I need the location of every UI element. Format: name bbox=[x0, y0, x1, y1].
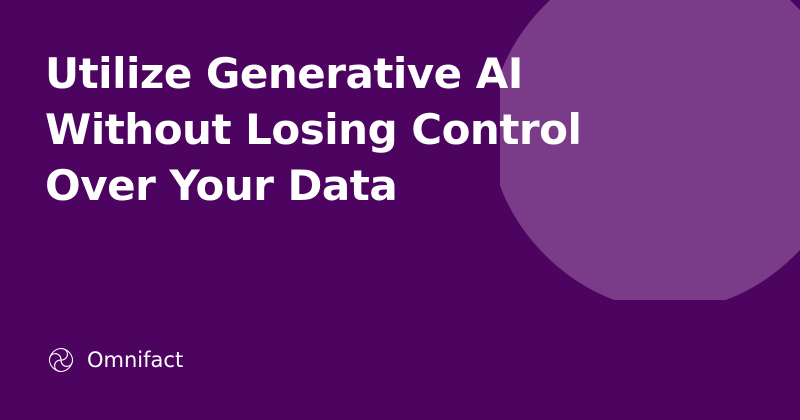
brand-name: Omnifact bbox=[87, 348, 184, 372]
omnifact-logo-icon bbox=[48, 347, 74, 373]
brand-lockup: Omnifact bbox=[45, 342, 183, 378]
headline-line-1: Utilize Generative AI bbox=[45, 49, 523, 98]
banner: Utilize Generative AI Without Losing Con… bbox=[0, 0, 800, 420]
headline: Utilize Generative AI Without Losing Con… bbox=[45, 46, 605, 214]
headline-line-3: Over Your Data bbox=[45, 161, 398, 210]
headline-line-2: Without Losing Control bbox=[45, 105, 582, 154]
